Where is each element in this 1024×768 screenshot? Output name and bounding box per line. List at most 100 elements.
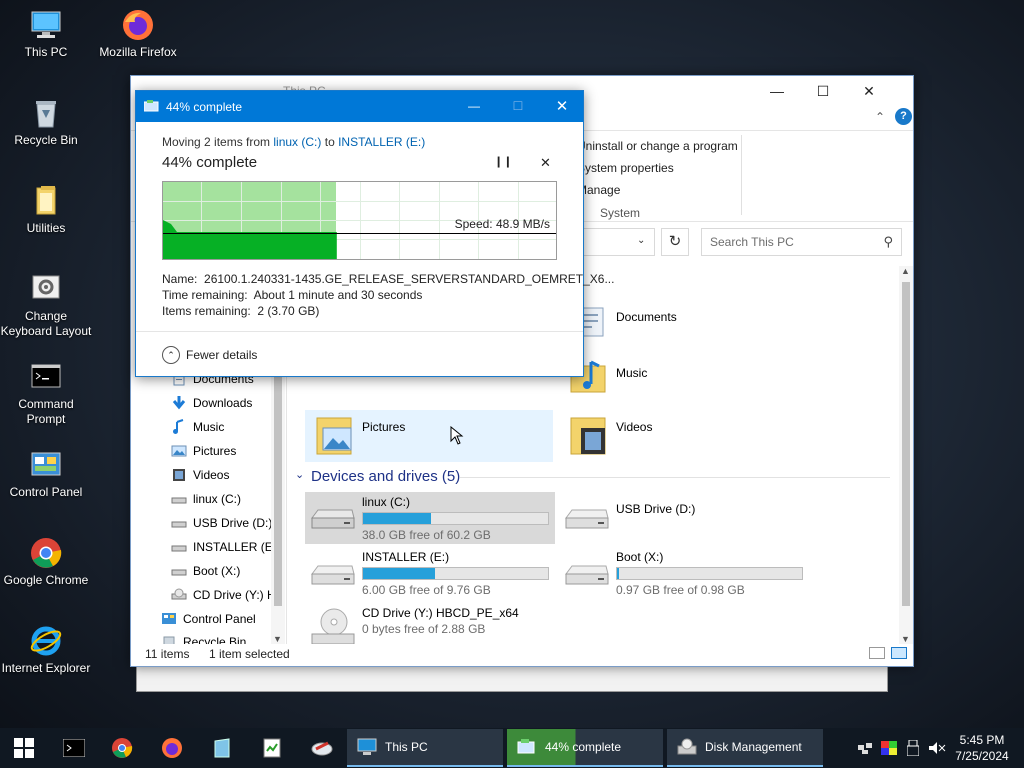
cancel-operation-button[interactable]: ✕ — [540, 155, 556, 171]
folder-label: Music — [616, 366, 648, 380]
details-view-button[interactable] — [869, 647, 885, 659]
nav-item-boot-x[interactable]: Boot (X:) — [171, 559, 240, 583]
drive-icon — [171, 515, 187, 531]
nav-item-downloads[interactable]: Downloads — [171, 391, 252, 415]
folder-tile-videos[interactable]: Videos — [559, 410, 804, 462]
tray-usb-icon[interactable] — [904, 728, 922, 768]
refresh-button[interactable]: ↻ — [661, 228, 689, 256]
close-icon: ✕ — [863, 82, 875, 99]
drive-tile-boot-x[interactable]: Boot (X:) 0.97 GB free of 0.98 GB — [559, 548, 809, 600]
drive-tile-linux-c[interactable]: linux (C:) 38.0 GB free of 60.2 GB — [305, 492, 555, 544]
search-input[interactable]: Search This PC ⚲ — [701, 228, 902, 256]
tool-icon — [311, 737, 333, 759]
nav-item-cd-drive-y[interactable]: CD Drive (Y:) H — [171, 583, 276, 607]
taskbar-pin-command-prompt[interactable] — [56, 728, 92, 768]
computer-icon — [357, 738, 377, 756]
drive-free-space: 6.00 GB free of 9.76 GB — [362, 583, 491, 597]
hard-drive-icon — [310, 560, 356, 590]
mouse-cursor — [450, 426, 464, 446]
tray-volume-muted-icon[interactable] — [926, 728, 948, 768]
desktop-icon-this-pc[interactable]: This PC — [0, 8, 92, 60]
taskbar-pin-firefox[interactable] — [154, 728, 190, 768]
dialog-titlebar[interactable]: 44% complete — ☐ ✕ — [136, 91, 583, 122]
taskbar-pin-chrome[interactable] — [104, 728, 140, 768]
cd-drive-icon — [171, 587, 187, 603]
nav-scrollbar-thumb[interactable] — [274, 366, 282, 606]
folder-icon — [29, 184, 63, 218]
nav-item-installer-e[interactable]: INSTALLER (E:) — [171, 535, 280, 559]
desktop-icon-command-prompt[interactable]: Command Prompt — [0, 360, 92, 427]
nav-scrollbar[interactable]: ▼ — [271, 366, 285, 644]
tray-network-icon[interactable] — [856, 728, 874, 768]
pause-button[interactable]: ❙❙ — [494, 155, 512, 171]
time-remaining-row: Time remaining: About 1 minute and 30 se… — [162, 288, 423, 302]
content-scrollbar[interactable]: ▲ ▼ — [899, 266, 913, 644]
dialog-minimize-button[interactable]: — — [452, 91, 496, 122]
minimize-button[interactable]: — — [754, 76, 800, 106]
hard-drive-icon — [564, 560, 610, 590]
taskbar-pin-notepad[interactable] — [204, 728, 240, 768]
help-button[interactable]: ? — [895, 108, 912, 125]
desktop-icon-control-panel[interactable]: Control Panel — [0, 448, 92, 500]
ribbon-collapse-button[interactable]: ⌃ — [875, 110, 885, 124]
nav-item-control-panel[interactable]: Control Panel — [161, 607, 256, 631]
recycle-bin-icon — [29, 96, 63, 130]
videos-icon — [171, 467, 187, 483]
maximize-icon: ☐ — [816, 82, 830, 99]
desktop-icon-firefox[interactable]: Mozilla Firefox — [92, 8, 184, 60]
taskbar-pin-editor[interactable] — [254, 728, 290, 768]
desktop-icon-google-chrome[interactable]: Google Chrome — [0, 536, 92, 588]
dialog-title: 44% complete — [166, 99, 243, 114]
transfer-speed-graph: Speed: 48.9 MB/s — [162, 181, 557, 260]
devices-header-label: Devices and drives (5) — [311, 468, 461, 485]
disk-management-icon — [677, 738, 697, 756]
tray-color-icon[interactable] — [880, 728, 898, 768]
taskbar-task-this-pc[interactable]: This PC — [347, 729, 503, 767]
drive-tile-cd-y[interactable]: CD Drive (Y:) HBCD_PE_x64 0 bytes free o… — [305, 604, 555, 644]
drive-tile-installer-e[interactable]: INSTALLER (E:) 6.00 GB free of 9.76 GB — [305, 548, 555, 600]
desktop-icon-label: Command Prompt — [18, 397, 74, 426]
desktop-icon-label: Utilities — [26, 221, 66, 235]
nav-item-pictures[interactable]: Pictures — [171, 439, 236, 463]
nav-item-videos[interactable]: Videos — [171, 463, 229, 487]
close-button[interactable]: ✕ — [846, 76, 892, 106]
firefox-icon — [121, 8, 155, 42]
desktop-icon-utilities[interactable]: Utilities — [0, 184, 92, 236]
items-remaining-row: Items remaining: 2 (3.70 GB) — [162, 304, 320, 318]
start-button[interactable] — [0, 728, 48, 768]
desktop-icon-label: Recycle Bin — [14, 133, 78, 147]
folder-tile-music[interactable]: Music — [559, 352, 804, 398]
nav-item-linux-c[interactable]: linux (C:) — [171, 487, 241, 511]
maximize-button[interactable]: ☐ — [800, 76, 846, 106]
taskbar-pin-tool[interactable] — [304, 728, 340, 768]
desktop-icon-internet-explorer[interactable]: Internet Explorer — [0, 624, 92, 676]
drive-tile-usb-d[interactable]: USB Drive (D:) — [559, 492, 804, 544]
speed-line — [163, 233, 556, 234]
navigation-pane: Documents Downloads Music Pictures Video… — [131, 366, 286, 644]
desktop-icon-recycle-bin[interactable]: Recycle Bin — [0, 96, 92, 148]
destination-link[interactable]: INSTALLER (E:) — [338, 135, 425, 149]
desktop-icon-label: Google Chrome — [3, 573, 89, 587]
dialog-close-button[interactable]: ✕ — [540, 91, 584, 122]
section-divider — [460, 477, 890, 478]
ribbon-system-properties[interactable]: System properties — [577, 161, 674, 175]
scroll-up-icon[interactable]: ▲ — [901, 266, 910, 276]
ribbon-uninstall-program[interactable]: Uninstall or change a program — [577, 139, 738, 153]
source-link[interactable]: linux (C:) — [273, 135, 321, 149]
ribbon-group-label: System — [600, 206, 641, 220]
chevron-down-icon: ⌄ — [295, 469, 305, 481]
nav-item-music[interactable]: Music — [171, 415, 224, 439]
folder-tile-pictures[interactable]: Pictures — [305, 410, 553, 462]
tray-clock[interactable]: 5:45 PM 7/25/2024 — [950, 728, 1014, 768]
copy-progress-dialog: 44% complete — ☐ ✕ Moving 2 items from l… — [135, 90, 614, 377]
desktop-icon-label: This PC — [24, 45, 68, 59]
clock-date: 7/25/2024 — [955, 749, 1009, 763]
large-icons-view-button[interactable] — [891, 647, 907, 659]
content-scrollbar-thumb[interactable] — [902, 282, 910, 606]
taskbar-task-copy-progress[interactable]: 44% complete — [507, 729, 663, 767]
desktop-icon-change-keyboard-layout[interactable]: Change Keyboard Layout — [0, 272, 92, 339]
devices-section-header[interactable]: ⌄ Devices and drives (5) — [295, 466, 891, 488]
fewer-details-button[interactable]: ⌃ Fewer details — [162, 346, 257, 364]
taskbar-task-disk-management[interactable]: Disk Management — [667, 729, 823, 767]
nav-item-usb-drive-d[interactable]: USB Drive (D:) — [171, 511, 272, 535]
